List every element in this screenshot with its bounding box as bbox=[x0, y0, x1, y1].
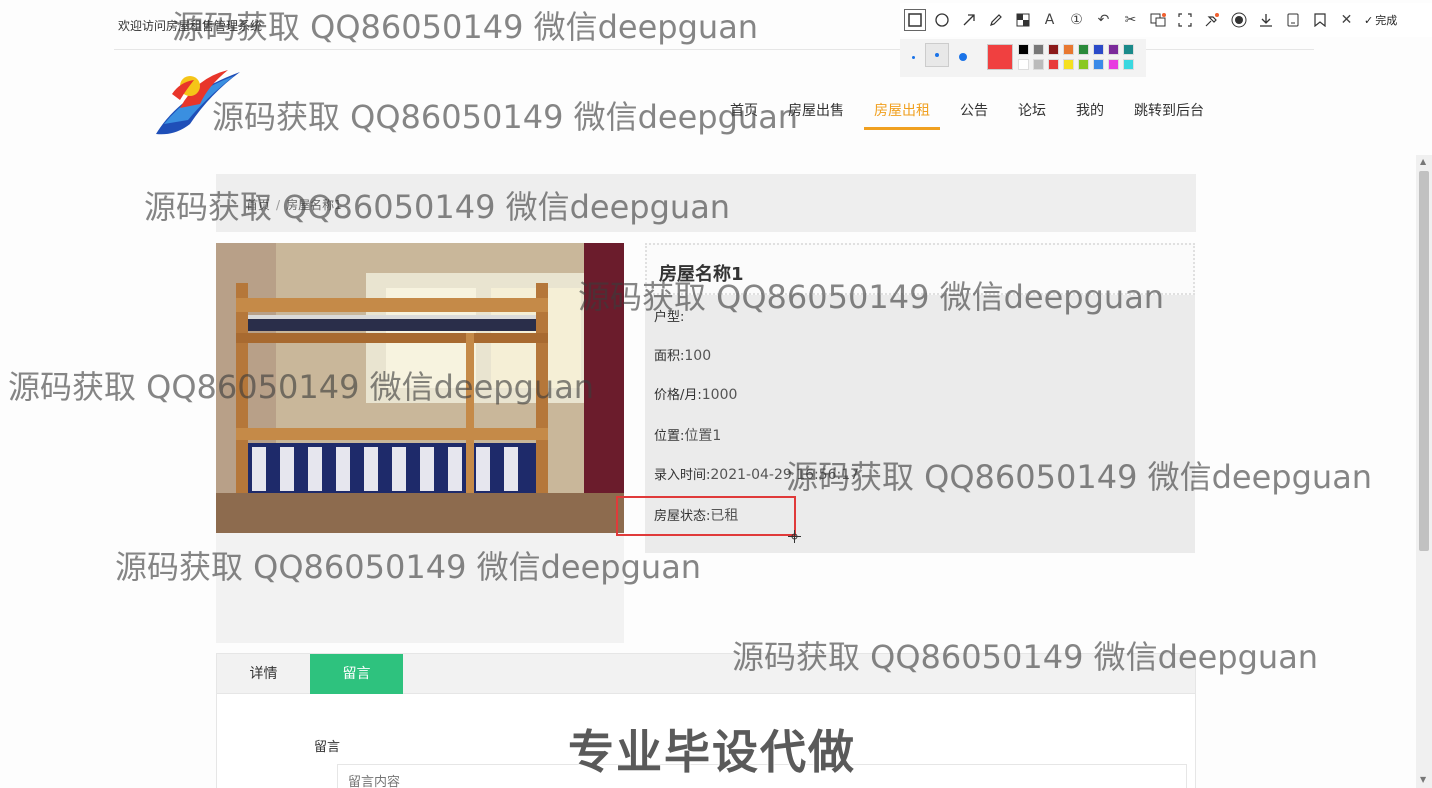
tab-comment[interactable]: 留言 bbox=[310, 654, 403, 694]
color-white[interactable] bbox=[1018, 59, 1029, 70]
color-light-gray[interactable] bbox=[1033, 59, 1044, 70]
undo-icon[interactable]: ↶ bbox=[1090, 3, 1117, 37]
nav-forum[interactable]: 论坛 bbox=[1008, 88, 1056, 130]
crosshair-cursor-icon bbox=[788, 528, 801, 543]
house-price-row: 价格/月:1000 bbox=[654, 384, 737, 403]
house-area-row: 面积:100 bbox=[654, 345, 711, 364]
breadcrumb: 首页 / 房屋名称1 bbox=[246, 196, 342, 213]
house-area-value: 100 bbox=[684, 348, 712, 364]
nav-house-sale[interactable]: 房屋出售 bbox=[778, 88, 854, 130]
comment-input[interactable] bbox=[337, 764, 1187, 788]
welcome-text: 欢迎访问房屋租售管理系统 bbox=[118, 19, 263, 33]
pin-icon[interactable] bbox=[1198, 3, 1225, 37]
color-lime[interactable] bbox=[1078, 59, 1089, 70]
annotation-style-row bbox=[900, 39, 1146, 77]
house-time-value: 2021-04-29 16:56:17 bbox=[710, 467, 860, 483]
tabs-header: 详情 留言 bbox=[217, 654, 1195, 694]
house-location-value: 位置1 bbox=[684, 428, 722, 444]
house-title: 房屋名称1 bbox=[659, 264, 744, 285]
long-screenshot-icon[interactable] bbox=[1279, 3, 1306, 37]
color-black[interactable] bbox=[1018, 44, 1029, 55]
tab-detail[interactable]: 详情 bbox=[217, 654, 310, 694]
close-icon[interactable]: ✕ bbox=[1333, 3, 1360, 37]
brush-size-medium-selected[interactable] bbox=[925, 43, 949, 67]
text-tool-icon[interactable]: A bbox=[1036, 3, 1063, 37]
cut-icon[interactable]: ✂ bbox=[1117, 3, 1144, 37]
color-teal[interactable] bbox=[1123, 44, 1134, 55]
annotation-tools-row: A ① ↶ ✂ ✕ ✓ 完成 bbox=[900, 3, 1432, 37]
pen-tool-icon[interactable] bbox=[982, 3, 1009, 37]
color-gray[interactable] bbox=[1033, 44, 1044, 55]
nav-notice[interactable]: 公告 bbox=[950, 88, 998, 130]
house-type-label: 户型: bbox=[654, 310, 685, 325]
house-area-label: 面积: bbox=[654, 349, 685, 364]
color-cyan[interactable] bbox=[1123, 59, 1134, 70]
current-color-swatch[interactable] bbox=[987, 44, 1013, 70]
house-photo bbox=[216, 243, 624, 533]
site-logo[interactable] bbox=[150, 64, 250, 140]
color-purple[interactable] bbox=[1108, 44, 1119, 55]
detail-tabs: 详情 留言 留言 bbox=[216, 653, 1196, 788]
mosaic-tool-icon[interactable] bbox=[1009, 3, 1036, 37]
color-red[interactable] bbox=[1048, 59, 1059, 70]
comment-label: 留言 bbox=[314, 740, 341, 755]
check-icon: ✓ bbox=[1364, 13, 1374, 27]
color-blue[interactable] bbox=[1093, 44, 1104, 55]
color-dark-red[interactable] bbox=[1048, 44, 1059, 55]
ocr-icon[interactable] bbox=[1171, 3, 1198, 37]
done-label: 完成 bbox=[1375, 14, 1398, 27]
number-tool-icon[interactable]: ① bbox=[1063, 3, 1090, 37]
annotation-rectangle[interactable] bbox=[616, 496, 796, 536]
house-price-label: 价格/月: bbox=[654, 388, 702, 403]
brush-size-large[interactable] bbox=[959, 53, 967, 61]
annotation-toolbar: A ① ↶ ✂ ✕ ✓ 完成 bbox=[900, 3, 1432, 77]
download-icon[interactable] bbox=[1252, 3, 1279, 37]
arrow-tool-icon[interactable] bbox=[955, 3, 982, 37]
house-location-row: 位置:位置1 bbox=[654, 425, 721, 445]
color-magenta[interactable] bbox=[1108, 59, 1119, 70]
rectangle-tool-icon[interactable] bbox=[904, 9, 926, 31]
house-price-value: 1000 bbox=[701, 387, 738, 403]
house-time-label: 录入时间: bbox=[654, 468, 711, 483]
main-nav: 首页 房屋出售 房屋出租 公告 论坛 我的 跳转到后台 bbox=[720, 88, 1224, 130]
breadcrumb-current: 房屋名称1 bbox=[286, 198, 342, 212]
color-orange[interactable] bbox=[1063, 44, 1074, 55]
house-location-label: 位置: bbox=[654, 429, 685, 444]
bookmark-icon[interactable] bbox=[1306, 3, 1333, 37]
nav-mine[interactable]: 我的 bbox=[1066, 88, 1114, 130]
page-scrollbar[interactable]: ▲ ▼ bbox=[1416, 155, 1432, 788]
translate-icon[interactable] bbox=[1144, 3, 1171, 37]
nav-backend[interactable]: 跳转到后台 bbox=[1124, 88, 1214, 130]
scroll-up-icon[interactable]: ▲ bbox=[1420, 157, 1426, 166]
breadcrumb-bar: 首页 / 房屋名称1 bbox=[216, 174, 1196, 232]
nav-home[interactable]: 首页 bbox=[720, 88, 768, 130]
nav-house-rent[interactable]: 房屋出租 bbox=[864, 88, 940, 130]
scrollbar-thumb[interactable] bbox=[1419, 171, 1429, 551]
color-light-blue[interactable] bbox=[1093, 59, 1104, 70]
breadcrumb-separator: / bbox=[276, 198, 281, 212]
breadcrumb-home[interactable]: 首页 bbox=[246, 198, 270, 212]
color-yellow[interactable] bbox=[1063, 59, 1074, 70]
brush-size-small[interactable] bbox=[912, 56, 915, 59]
scroll-down-icon[interactable]: ▼ bbox=[1420, 775, 1426, 784]
house-title-box: 房屋名称1 bbox=[645, 243, 1195, 295]
done-button[interactable]: ✓ 完成 bbox=[1364, 12, 1397, 28]
record-icon[interactable] bbox=[1225, 3, 1252, 37]
house-time-row: 录入时间:2021-04-29 16:56:17 bbox=[654, 464, 859, 483]
watermark: 源码获取 QQ86050149 微信deepguan bbox=[212, 98, 799, 136]
house-type-row: 户型: bbox=[654, 306, 684, 325]
color-green[interactable] bbox=[1078, 44, 1089, 55]
ellipse-tool-icon[interactable] bbox=[928, 3, 955, 37]
